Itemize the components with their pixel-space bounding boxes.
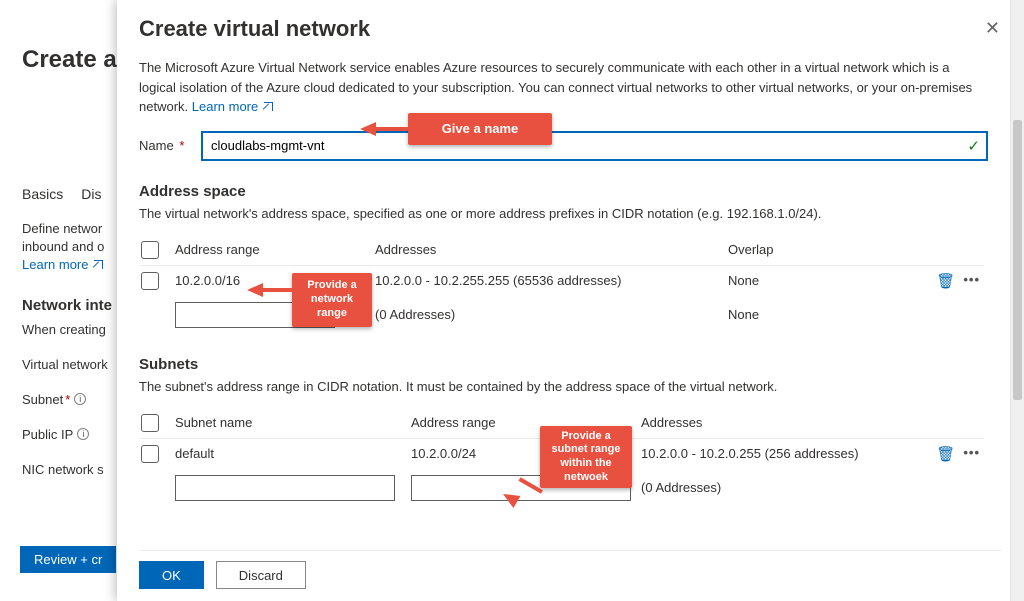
row-checkbox[interactable] [141,445,159,463]
close-icon[interactable]: ✕ [979,16,1006,41]
delete-icon[interactable]: 🗑 [936,272,955,290]
delete-icon[interactable]: 🗑 [936,445,955,463]
col-addresses: Addresses [375,242,728,257]
col-overlap: Overlap [728,242,928,257]
ok-button[interactable]: OK [139,561,204,589]
overlap-cell: None [728,307,928,322]
col-range: Address range [175,242,375,257]
address-space-title: Address space [139,183,1006,200]
create-vnet-blade: Create virtual network ✕ The Microsoft A… [117,0,1024,601]
select-all-checkbox[interactable] [141,414,159,432]
callout-arrow [261,288,292,292]
scrollbar[interactable] [1010,0,1024,601]
blade-title: Create virtual network [139,16,370,42]
discard-button[interactable]: Discard [216,561,306,589]
blade-footer: OK Discard [139,550,1002,589]
col-subnet-addresses: Addresses [641,415,928,430]
callout-name: Give a name [408,113,552,145]
table-header: Address range Addresses Overlap [139,235,984,266]
learn-more-link[interactable]: Learn more [192,99,273,114]
address-space-table: Address range Addresses Overlap 10.2.0.0… [139,235,984,334]
addresses-cell: (0 Addresses) [375,307,728,322]
subnet-addresses-cell: 10.2.0.0 - 10.2.0.255 (256 addresses) [641,446,928,461]
more-icon[interactable]: ••• [963,272,980,290]
subnets-desc: The subnet's address range in CIDR notat… [139,379,1006,394]
name-label: Name * [139,138,201,153]
callout-arrow-head [247,283,263,297]
table-row: (0 Addresses) None [139,296,984,334]
external-icon [94,260,103,269]
info-icon[interactable]: i [74,393,86,405]
subnets-title: Subnets [139,356,1006,373]
select-all-checkbox[interactable] [141,241,159,259]
row-checkbox[interactable] [141,272,159,290]
review-create-button[interactable]: Review + cr [20,546,116,573]
callout-subnet: Provide a subnet range within the netwoe… [540,426,632,488]
name-input[interactable] [201,131,988,161]
scrollbar-thumb[interactable] [1013,120,1022,400]
more-icon[interactable]: ••• [963,445,980,463]
blade-description: The Microsoft Azure Virtual Network serv… [139,58,1006,117]
callout-arrow-head [360,122,376,136]
bg-learn-link[interactable]: Learn more [22,257,103,272]
callout-arrow [374,127,408,131]
external-icon [264,102,273,111]
overlap-cell: None [728,273,928,288]
address-space-desc: The virtual network's address space, spe… [139,206,1006,221]
checkmark-icon: ✓ [967,137,980,155]
subnet-addresses-cell: (0 Addresses) [641,480,928,495]
callout-range: Provide a network range [292,273,372,327]
bg-tab-ds[interactable]: Dis [81,182,101,206]
bg-tab-basics[interactable]: Basics [22,182,63,206]
info-icon[interactable]: i [77,428,89,440]
subnet-name-cell: default [175,446,411,461]
subnet-name-input[interactable] [175,475,395,501]
addresses-cell: 10.2.0.0 - 10.2.255.255 (65536 addresses… [375,273,728,288]
col-subnet-name: Subnet name [175,415,411,430]
